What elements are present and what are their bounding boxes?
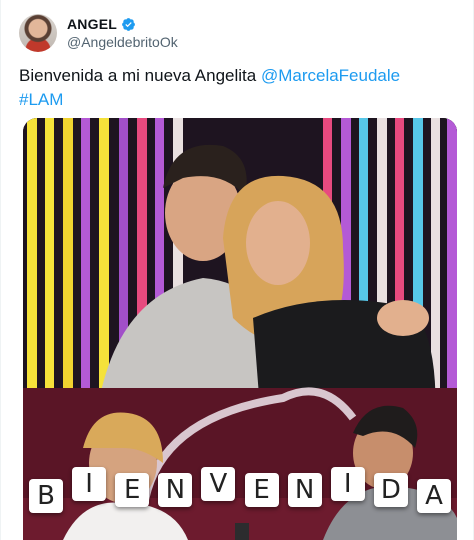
user-handle[interactable]: @AngeldebritoOk: [67, 33, 178, 51]
tweet-media-image[interactable]: B I E N V E N I D A: [23, 118, 457, 540]
verified-badge-icon: [122, 17, 135, 31]
banner-letter: B: [29, 479, 63, 513]
banner-letter: D: [373, 473, 408, 507]
banner-letter: V: [201, 467, 236, 501]
banner-letter: I: [330, 467, 365, 501]
profile-avatar[interactable]: [19, 14, 57, 52]
banner-letter: E: [115, 473, 150, 507]
hashtag-link[interactable]: #LAM: [19, 90, 63, 109]
author-names: ANGEL @AngeldebritoOk: [67, 15, 178, 51]
name-row: ANGEL: [67, 15, 178, 33]
tweet-text-main: Bienvenida a mi nueva Angelita: [19, 66, 261, 85]
banner-letter: N: [287, 473, 322, 507]
bienvenida-banner: B I E N V E N I D A: [23, 467, 457, 513]
banner-letter: E: [244, 473, 279, 507]
banner-letter: A: [416, 479, 451, 513]
banner-letter: I: [72, 467, 107, 501]
tweet-card[interactable]: ANGEL @AngeldebritoOk Bienvenida a mi nu…: [0, 0, 474, 540]
display-name[interactable]: ANGEL: [67, 15, 117, 33]
tweet-header: ANGEL @AngeldebritoOk: [19, 14, 178, 52]
mention-link[interactable]: @MarcelaFeudale: [261, 66, 400, 85]
tweet-text: Bienvenida a mi nueva Angelita @MarcelaF…: [19, 64, 459, 112]
banner-letter: N: [158, 473, 193, 507]
